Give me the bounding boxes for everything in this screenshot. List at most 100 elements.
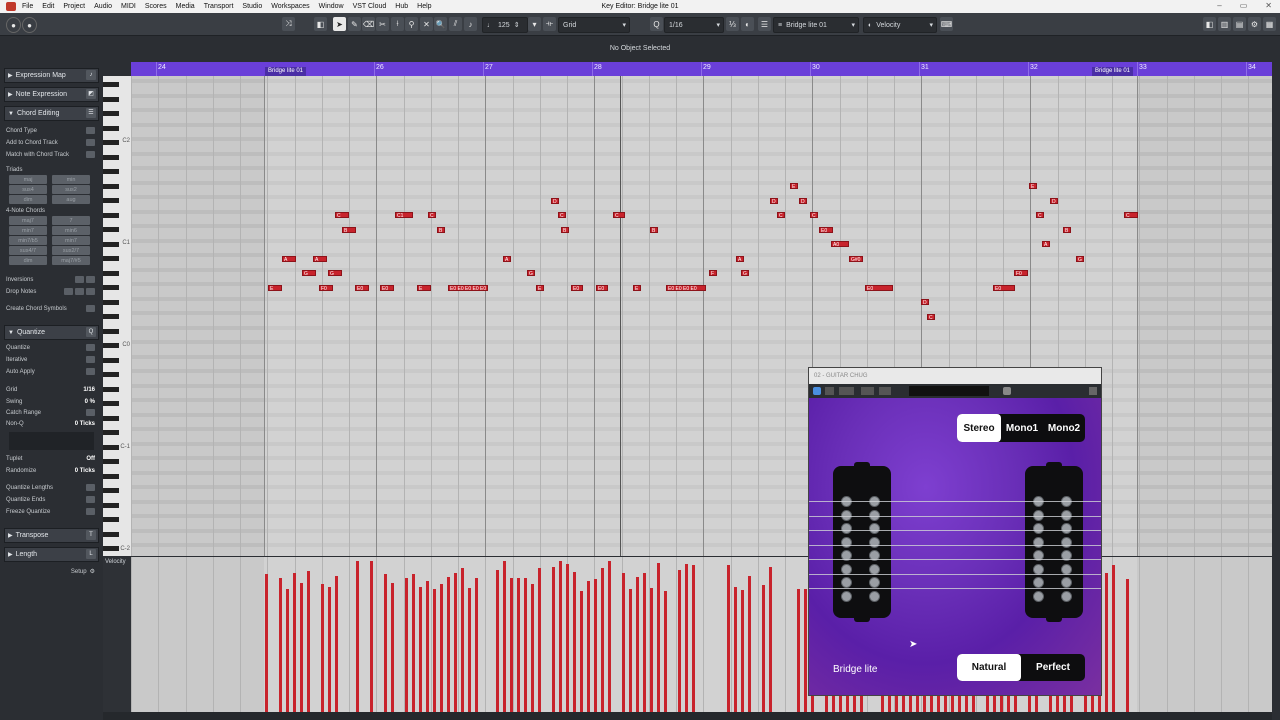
- lower-zone-icon[interactable]: ▤: [1233, 17, 1246, 31]
- velocity-bar[interactable]: [580, 591, 583, 712]
- black-key[interactable]: [103, 386, 119, 392]
- velocity-bar[interactable]: [685, 564, 688, 712]
- velocity-bar[interactable]: [1105, 573, 1108, 712]
- velocity-bar[interactable]: [279, 578, 282, 712]
- velocity-bar[interactable]: [286, 589, 289, 712]
- velocity-bar[interactable]: [475, 578, 478, 712]
- midi-note[interactable]: C: [428, 212, 436, 218]
- quantize-row[interactable]: Grid 1/16: [6, 384, 95, 395]
- black-key[interactable]: [103, 488, 119, 493]
- four-note-button[interactable]: dim: [9, 256, 47, 265]
- triad-button[interactable]: sus4: [9, 185, 47, 194]
- velocity-bar[interactable]: [321, 584, 324, 712]
- menu-item-edit[interactable]: Edit: [42, 3, 54, 10]
- quantize-row[interactable]: Swing 0 %: [6, 396, 95, 407]
- velocity-bar[interactable]: [454, 573, 457, 712]
- velocity-bar[interactable]: [426, 581, 429, 712]
- quantize-row[interactable]: Randomize 0 Ticks: [6, 465, 95, 476]
- inspector-zone-icon[interactable]: ▥: [1218, 17, 1231, 31]
- midi-note[interactable]: D: [1050, 197, 1058, 204]
- midi-note[interactable]: A: [282, 255, 296, 262]
- midi-note[interactable]: D: [551, 197, 559, 204]
- triad-button[interactable]: sus2: [52, 185, 90, 194]
- section-quantize[interactable]: ▼ Quantize Q: [4, 325, 99, 340]
- event-end-label[interactable]: Bridge lite 01: [1092, 67, 1134, 76]
- black-key[interactable]: [103, 111, 119, 116]
- section-chord-editing[interactable]: ▼ Chord Editing ☰: [4, 106, 99, 121]
- menu-item-transport[interactable]: Transport: [204, 3, 234, 10]
- velocity-bar[interactable]: [741, 590, 744, 712]
- velocity-bar[interactable]: [559, 561, 562, 712]
- midi-note[interactable]: E: [536, 284, 544, 291]
- settings-icon[interactable]: ⚙: [1248, 17, 1261, 31]
- quantize-row[interactable]: Non-Q 0 Ticks: [6, 418, 95, 429]
- quantize-row-value[interactable]: Off: [86, 456, 95, 462]
- maximize-button[interactable]: ▭: [1240, 1, 1248, 10]
- trim-tool-icon[interactable]: ✂: [376, 17, 389, 31]
- midi-note[interactable]: C: [1124, 212, 1138, 218]
- menu-item-media[interactable]: Media: [176, 3, 195, 10]
- velocity-bar[interactable]: [601, 568, 604, 712]
- black-key[interactable]: [103, 241, 119, 247]
- ruler[interactable]: 24 26 27 28 29 30 31 32 33 34 Bridge lite 01 Bridge…: [131, 62, 1272, 76]
- line-tool-icon[interactable]: ⫽: [449, 17, 462, 31]
- quantize-row-value[interactable]: 0 %: [85, 399, 95, 405]
- four-note-button[interactable]: sus4/7: [9, 246, 47, 255]
- midi-note[interactable]: D: [921, 299, 929, 305]
- insert-velocity-field[interactable]: ♩ 125 ⇕: [482, 17, 528, 33]
- midi-note[interactable]: B: [1063, 226, 1071, 233]
- split-tool-icon[interactable]: ⟊: [391, 17, 404, 31]
- menu-item-file[interactable]: File: [22, 3, 33, 10]
- natural-option[interactable]: Natural: [957, 654, 1021, 681]
- velocity-bar[interactable]: [664, 591, 667, 712]
- black-key[interactable]: [103, 444, 119, 450]
- black-key[interactable]: [103, 459, 119, 464]
- menu-item-midi[interactable]: MIDI: [121, 3, 136, 10]
- menu-item-help[interactable]: Help: [417, 3, 431, 10]
- velocity-bar[interactable]: [566, 564, 569, 712]
- acoustic-feedback-icon[interactable]: ●: [22, 17, 37, 33]
- velocity-bar[interactable]: [419, 587, 422, 712]
- black-key[interactable]: [103, 531, 119, 537]
- midi-note[interactable]: E0 E0 E0 E0 E0: [448, 284, 488, 291]
- midi-note[interactable]: G: [328, 270, 342, 276]
- quantize-action-button[interactable]: [86, 484, 95, 491]
- velocity-bar[interactable]: [531, 584, 534, 712]
- keyboard-icon[interactable]: ⌨: [940, 17, 953, 31]
- section-length[interactable]: ▶ Length L: [4, 547, 99, 562]
- black-key[interactable]: [103, 212, 119, 218]
- midi-note[interactable]: B: [650, 226, 658, 233]
- menu-item-project[interactable]: Project: [63, 3, 85, 10]
- midi-note[interactable]: E0: [865, 284, 893, 291]
- zoom-tool-icon[interactable]: 🔍: [434, 17, 447, 31]
- midi-note[interactable]: E: [790, 183, 798, 189]
- velocity-bar[interactable]: [587, 581, 590, 712]
- read-write-icon[interactable]: [839, 387, 854, 395]
- triad-button[interactable]: min: [52, 175, 90, 184]
- preset-field[interactable]: [909, 386, 989, 396]
- velocity-bar[interactable]: [538, 568, 541, 712]
- menu-item-window[interactable]: Window: [319, 3, 344, 10]
- auto-scroll-icon[interactable]: ⤨: [282, 17, 295, 31]
- midi-note[interactable]: E: [268, 284, 282, 291]
- midi-note[interactable]: G: [302, 270, 316, 276]
- four-note-button[interactable]: min6: [52, 226, 90, 235]
- velocity-bar[interactable]: [727, 565, 730, 712]
- black-key[interactable]: [103, 183, 119, 189]
- vertical-scrollbar[interactable]: [1272, 62, 1280, 712]
- four-note-button[interactable]: maj7: [9, 216, 47, 225]
- chord-row[interactable]: Add to Chord Track: [6, 137, 95, 148]
- black-key[interactable]: [103, 502, 119, 508]
- midi-note[interactable]: G: [527, 270, 535, 276]
- menu-item-audio[interactable]: Audio: [94, 3, 112, 10]
- midi-note[interactable]: B: [437, 226, 445, 233]
- velocity-bar[interactable]: [405, 578, 408, 712]
- black-key[interactable]: [103, 227, 119, 232]
- black-key[interactable]: [103, 140, 119, 145]
- velocity-bar[interactable]: [356, 561, 359, 712]
- velocity-bar[interactable]: [461, 568, 464, 712]
- mono2-option[interactable]: Mono2: [1043, 414, 1085, 442]
- collapse-icon[interactable]: [1089, 387, 1097, 395]
- velocity-bar[interactable]: [797, 589, 800, 712]
- midi-note[interactable]: C: [810, 212, 818, 218]
